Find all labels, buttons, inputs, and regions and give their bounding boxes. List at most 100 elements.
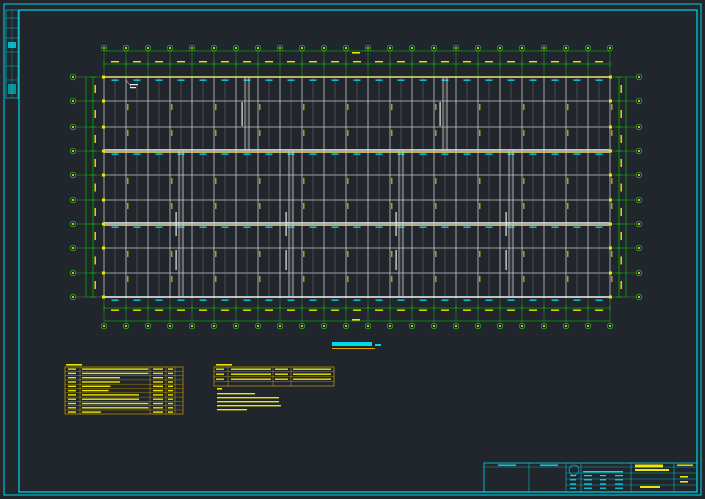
table-cell-text [231, 378, 271, 380]
column-axis-label-mark [389, 47, 391, 49]
beam-label [611, 178, 613, 184]
beam-label [155, 79, 163, 81]
dimension-text [94, 135, 96, 143]
dimension-text [620, 110, 622, 118]
beam-label [523, 130, 525, 136]
beam-label [441, 153, 449, 155]
column-marker [102, 173, 105, 177]
row-axis-label-mark [72, 174, 74, 176]
column-axis-label-mark [367, 325, 369, 327]
dimension-text [620, 135, 622, 143]
title-block-text [600, 483, 606, 485]
dimension-text [375, 309, 383, 311]
beam-label [479, 104, 481, 110]
beam-label [479, 203, 481, 209]
sheet-inner-frame [18, 9, 698, 493]
beam-label [353, 226, 361, 228]
table-cell-text [82, 372, 149, 375]
beam-label [391, 203, 393, 209]
callout-text [130, 87, 136, 89]
dimension-text [221, 309, 229, 311]
project-subtitle [635, 469, 669, 471]
dimension-text [243, 309, 251, 311]
table-cell-text [168, 394, 173, 396]
column-marker [609, 271, 612, 275]
column-axis-label-mark [213, 47, 215, 49]
dimension-text [419, 61, 427, 63]
dimension-text [221, 61, 229, 63]
beam-label [391, 104, 393, 110]
beam-label [243, 153, 251, 155]
beam-label [507, 226, 515, 228]
dimension-text [397, 61, 405, 63]
table-cell-text [275, 378, 288, 380]
beam-label [133, 299, 141, 301]
beam-label [309, 299, 317, 301]
column-marker [609, 246, 612, 250]
beam-label [419, 299, 427, 301]
table-cell-text [68, 372, 76, 375]
table-cell-text [168, 402, 173, 405]
plan-title-underline [332, 342, 381, 349]
beam-label [375, 153, 383, 155]
notes-line [217, 401, 279, 403]
beam-label [199, 79, 207, 81]
table-cell-text [153, 372, 163, 375]
table-cell-text [293, 373, 331, 375]
beam-label [331, 226, 339, 228]
title-block-text [584, 487, 592, 489]
column-marker [609, 198, 612, 202]
column-axis-label-mark [367, 47, 369, 49]
beam-label [551, 299, 559, 301]
column-marker [609, 149, 612, 153]
beam-label [287, 79, 295, 81]
bracing-label [285, 250, 287, 270]
column-axis-label-mark [103, 325, 105, 327]
dimension-text [309, 61, 317, 63]
dimension-text [199, 61, 207, 63]
column-marker [102, 149, 105, 153]
beam-label [435, 104, 437, 110]
table-cell-text [168, 368, 173, 370]
dimension-text [287, 61, 295, 63]
title-block-text [677, 464, 693, 466]
beam-label [435, 251, 437, 257]
table-cell-text [153, 398, 163, 400]
dimension-text [177, 61, 185, 63]
beam-label [507, 79, 515, 81]
beam-label [551, 153, 559, 155]
beam-label [435, 130, 437, 136]
beam-label [529, 226, 537, 228]
column-axis-label-mark [345, 47, 347, 49]
dimension-text [94, 85, 96, 93]
beam-label [435, 203, 437, 209]
column-axis-label-mark [103, 47, 105, 49]
notes-line [217, 393, 255, 395]
table-cell-text [168, 377, 173, 379]
beam-label [375, 79, 383, 81]
title-block-text [584, 475, 592, 477]
row-axis-label-mark [72, 126, 74, 128]
beam-label [529, 153, 537, 155]
dimension-text [551, 61, 559, 63]
dimension-text [375, 61, 383, 63]
beam-label [221, 79, 229, 81]
beam-label [485, 226, 493, 228]
beam-label [199, 226, 207, 228]
table-cell-text [231, 373, 271, 375]
column-marker [102, 222, 105, 226]
beam-label [127, 203, 129, 209]
column-marker [609, 125, 612, 129]
column-axis-label-mark [301, 325, 303, 327]
table-cell-text [216, 368, 224, 370]
beam-label [397, 153, 405, 155]
dimension-text [620, 159, 622, 167]
dimension-text [94, 110, 96, 118]
column-marker [102, 246, 105, 250]
beam-label [485, 153, 493, 155]
dimension-text [94, 183, 96, 192]
beam-label [463, 153, 471, 155]
table-cell-text [82, 394, 139, 396]
column-axis-label-mark [609, 325, 611, 327]
dimension-text [620, 232, 622, 240]
